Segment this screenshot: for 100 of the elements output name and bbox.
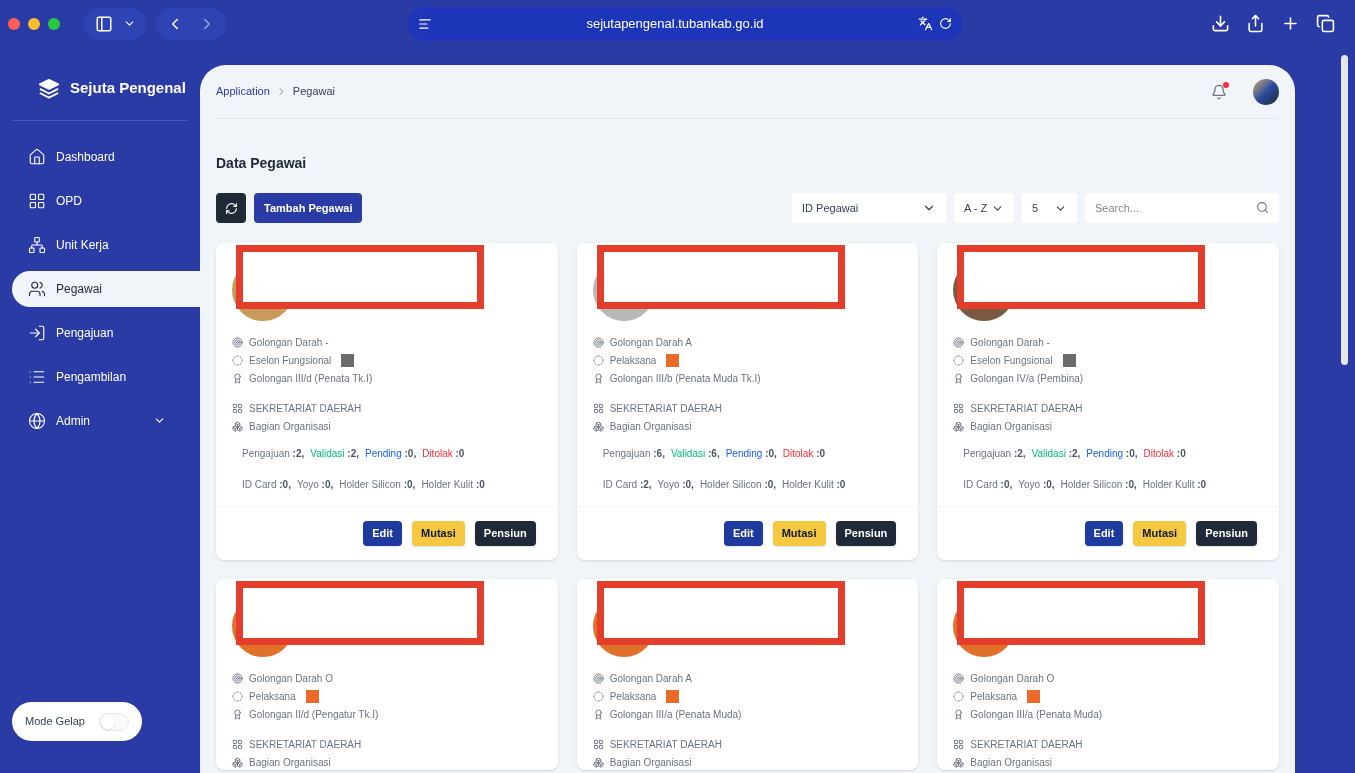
mutasi-button[interactable]: Mutasi <box>412 521 465 546</box>
target-icon <box>953 673 965 684</box>
network-icon <box>28 235 46 254</box>
boxes-icon <box>953 421 965 432</box>
nav-item[interactable]: Pengambilan <box>12 358 200 395</box>
target-icon <box>953 337 965 348</box>
rank-text: Golongan III/b (Penata Muda Tk.I) <box>609 372 761 386</box>
stat-text: Pending :0, <box>365 447 417 461</box>
opd-text: SEKRETARIAT DAERAH <box>609 402 722 416</box>
notification-icon[interactable] <box>1211 83 1227 100</box>
award-icon <box>953 709 965 720</box>
nav-item[interactable]: Admin <box>12 402 200 439</box>
opd-text: SEKRETARIAT DAERAH <box>970 738 1083 752</box>
globe-icon <box>28 411 46 430</box>
item-count-text: Holder Kulit :0 <box>782 478 846 492</box>
nav-item[interactable]: Pegawai <box>12 270 200 307</box>
stat-text: Ditolak :0 <box>782 447 826 461</box>
blood-type: Golongan Darah - <box>249 336 329 350</box>
boxes-icon <box>592 421 604 432</box>
nav-item[interactable]: OPD <box>12 182 200 219</box>
search-icon[interactable] <box>1256 201 1269 214</box>
boxes-icon <box>953 757 965 768</box>
dark-mode-switch[interactable] <box>99 712 129 731</box>
target-icon <box>232 337 243 348</box>
blood-type: Golongan Darah A <box>609 672 692 686</box>
circle-icon <box>953 355 965 366</box>
app-title: Sejuta Pengenal <box>70 78 186 98</box>
refresh-icon <box>224 201 238 215</box>
circle-icon <box>953 691 965 702</box>
nav-item[interactable]: Unit Kerja <box>12 226 200 263</box>
item-count-text: ID Card :0, <box>242 478 291 492</box>
item-count-text: Yoyo :0, <box>296 478 334 492</box>
translate-icon[interactable] <box>918 16 933 31</box>
breadcrumb-current: Pegawai <box>292 84 336 100</box>
blood-type: Golongan Darah A <box>609 336 692 350</box>
address-bar[interactable]: sejutapengenal.tubankab.go.id <box>408 6 962 41</box>
grid-icon <box>592 403 604 414</box>
reload-icon[interactable] <box>939 17 952 30</box>
blood-type: Golongan Darah O <box>970 672 1055 686</box>
eselon-text: Pelaksana <box>249 690 296 704</box>
stat-text: Pengajuan :2, <box>242 447 305 461</box>
item-count-text: Holder Silicon :0, <box>1060 478 1137 492</box>
download-icon[interactable] <box>1211 14 1230 33</box>
stat-text: Validasi :2, <box>1031 447 1081 461</box>
opd-text: SEKRETARIAT DAERAH <box>249 738 362 752</box>
pensiun-button[interactable]: Pensiun <box>1196 521 1257 546</box>
edit-button[interactable]: Edit <box>363 521 402 546</box>
award-icon <box>232 373 243 384</box>
new-tab-icon[interactable] <box>1281 14 1300 33</box>
edit-button[interactable]: Edit <box>723 521 763 546</box>
rank-text: Golongan III/d (Penata Tk.I) <box>249 372 373 386</box>
sort-order-dropdown[interactable]: A - Z <box>954 193 1014 223</box>
login-icon <box>28 323 46 342</box>
eselon-text: Pelaksana <box>970 690 1018 704</box>
grid-icon <box>28 191 46 210</box>
share-icon[interactable] <box>1246 14 1265 33</box>
zoom-window-icon[interactable] <box>48 17 60 30</box>
blood-type: Golongan Darah O <box>249 672 333 686</box>
item-count-text: Holder Silicon :0, <box>699 478 777 492</box>
stat-text: Ditolak :0 <box>1143 447 1186 461</box>
blood-type: Golongan Darah - <box>970 336 1050 350</box>
award-icon <box>953 373 965 384</box>
mutasi-button[interactable]: Mutasi <box>772 521 826 546</box>
minimize-window-icon[interactable] <box>28 17 40 30</box>
target-icon <box>232 673 243 684</box>
circle-icon <box>232 355 243 366</box>
search-field[interactable]: Search... <box>1085 193 1279 223</box>
grid-icon <box>232 403 243 414</box>
item-count-text: Yoyo :0, <box>657 478 694 492</box>
sort-field-dropdown[interactable]: ID Pegawai <box>792 193 946 223</box>
eselon-text: Eselon Fungsional <box>970 354 1053 368</box>
nav-item[interactable]: Dashboard <box>12 138 200 175</box>
add-employee-button[interactable]: Tambah Pegawai <box>254 193 363 223</box>
profile-avatar[interactable] <box>1253 78 1279 105</box>
page-menu-icon[interactable] <box>418 16 432 31</box>
rank-text: Golongan III/a (Penata Muda) <box>970 708 1103 722</box>
circle-icon <box>232 691 243 702</box>
circle-icon <box>592 691 604 702</box>
target-icon <box>592 337 604 348</box>
award-icon <box>232 709 243 720</box>
grid-icon <box>953 403 965 414</box>
breadcrumb-link[interactable]: Application <box>216 83 270 100</box>
edit-button[interactable]: Edit <box>1084 521 1124 546</box>
scrollbar-thumb[interactable] <box>1340 55 1348 365</box>
unit-text: Bagian Organisasi <box>609 420 692 434</box>
stat-text: Pending :0, <box>1086 447 1138 461</box>
page-size-dropdown[interactable]: 5 <box>1022 193 1077 223</box>
unit-text: Bagian Organisasi <box>970 420 1053 434</box>
mutasi-button[interactable]: Mutasi <box>1133 521 1187 546</box>
opd-text: SEKRETARIAT DAERAH <box>249 402 362 416</box>
nav-item[interactable]: Pengajuan <box>12 314 200 351</box>
stat-text: Pengajuan :2, <box>963 447 1026 461</box>
sidebar-icon[interactable] <box>94 14 113 33</box>
item-count-text: Yoyo :0, <box>1018 478 1055 492</box>
tabs-icon[interactable] <box>1316 14 1335 33</box>
pensiun-button[interactable]: Pensiun <box>835 521 897 546</box>
refresh-button[interactable] <box>216 193 246 223</box>
stat-text: Pending :0, <box>725 447 777 461</box>
pensiun-button[interactable]: Pensiun <box>474 521 536 546</box>
close-window-icon[interactable] <box>8 17 20 30</box>
